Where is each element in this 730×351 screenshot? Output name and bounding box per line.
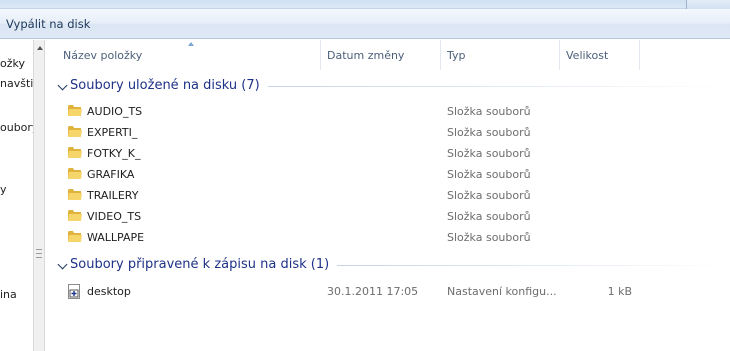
- group-title: Soubory uložené na disku (7): [70, 78, 260, 93]
- file-row[interactable]: TRAILERY Složka souborů: [46, 185, 730, 206]
- nav-item[interactable]: navšti: [0, 77, 33, 90]
- column-header-type[interactable]: Typ: [441, 40, 560, 70]
- file-type: Složka souborů: [447, 126, 531, 139]
- file-name: TRAILERY: [87, 189, 139, 202]
- nav-pane-scrollbar[interactable]: [33, 40, 45, 351]
- file-type: Nastavení konfigu...: [447, 285, 557, 298]
- burn-to-disc-button[interactable]: Vypálit na disk: [0, 14, 96, 34]
- file-date: 30.1.2011 17:05: [327, 285, 419, 298]
- window-top-strip: [0, 0, 730, 9]
- folder-icon: [68, 125, 82, 138]
- chevron-down-icon[interactable]: [57, 259, 68, 270]
- scroll-grip-icon[interactable]: [36, 249, 42, 258]
- file-row[interactable]: EXPERTI_ Složka souborů: [46, 122, 730, 143]
- file-size: 1 kB: [607, 285, 632, 298]
- group-divider: [268, 86, 730, 87]
- toolbar: Vypálit na disk: [0, 9, 730, 39]
- folder-icon: [68, 104, 82, 117]
- file-type: Složka souborů: [447, 231, 531, 244]
- folder-icon: [68, 209, 82, 222]
- file-type: Složka souborů: [447, 210, 531, 223]
- folder-icon: [68, 167, 82, 180]
- file-name: VIDEO_TS: [87, 210, 142, 223]
- file-row[interactable]: VIDEO_TS Složka souborů: [46, 206, 730, 227]
- file-row[interactable]: AUDIO_TS Složka souborů: [46, 101, 730, 122]
- file-name: AUDIO_TS: [87, 105, 143, 118]
- nav-item[interactable]: y: [0, 183, 7, 196]
- file-row[interactable]: WALLPAPE Složka souborů: [46, 227, 730, 248]
- file-type: Složka souborů: [447, 168, 531, 181]
- scroll-up-icon[interactable]: [37, 46, 43, 50]
- settings-file-icon: [68, 284, 82, 299]
- file-row[interactable]: GRAFIKA Složka souborů: [46, 164, 730, 185]
- group-divider: [337, 265, 730, 266]
- nav-item[interactable]: ina: [0, 288, 17, 301]
- file-name: GRAFIKA: [87, 168, 135, 181]
- file-name: FOTKY_K_: [87, 147, 141, 160]
- column-header-name[interactable]: Název položky: [57, 40, 321, 70]
- group-title: Soubory připravené k zápisu na disk (1): [70, 257, 330, 272]
- file-type: Složka souborů: [447, 147, 531, 160]
- nav-item[interactable]: ožky: [0, 57, 25, 70]
- folder-icon: [68, 188, 82, 201]
- column-header-size[interactable]: Velikost: [560, 40, 640, 70]
- file-name: EXPERTI_: [87, 126, 138, 139]
- folder-icon: [68, 146, 82, 159]
- file-type: Složka souborů: [447, 189, 531, 202]
- file-row[interactable]: FOTKY_K_ Složka souborů: [46, 143, 730, 164]
- column-header-date[interactable]: Datum změny: [321, 40, 441, 70]
- file-list: Název položky Datum změny Typ Velikost S…: [46, 40, 730, 351]
- group-header[interactable]: Soubory připravené k zápisu na disk (1): [46, 255, 730, 277]
- file-row[interactable]: desktop 30.1.2011 17:05 Nastavení konfigu.…: [46, 281, 730, 302]
- file-type: Složka souborů: [447, 105, 531, 118]
- group-header[interactable]: Soubory uložené na disku (7): [46, 76, 730, 98]
- file-name: desktop: [87, 285, 131, 298]
- file-name: WALLPAPE: [87, 231, 145, 244]
- chevron-down-icon[interactable]: [57, 80, 68, 91]
- column-headers: Název položky Datum změny Typ Velikost: [46, 40, 730, 70]
- window-edge: [686, 0, 730, 9]
- folder-icon: [68, 230, 82, 243]
